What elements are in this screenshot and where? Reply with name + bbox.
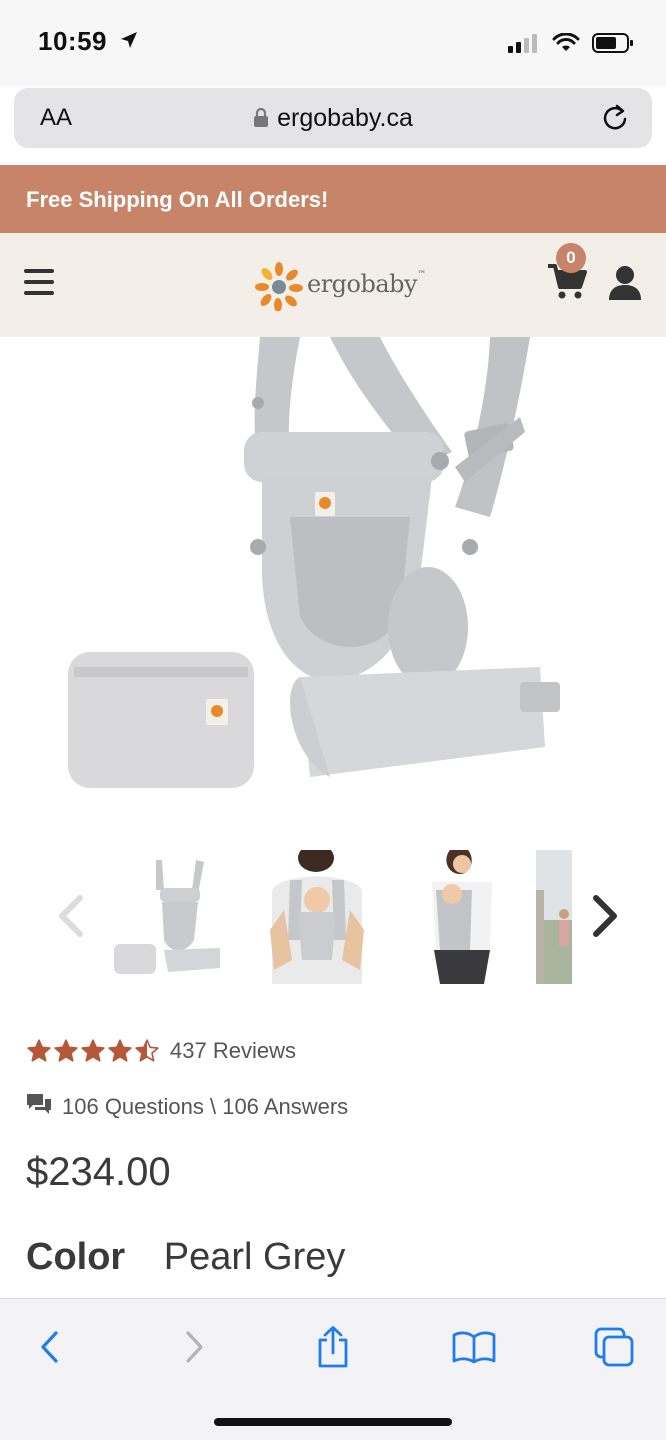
star-icon: [54, 1039, 78, 1062]
lock-icon: [253, 106, 269, 135]
promo-text: Free Shipping On All Orders!: [26, 187, 329, 212]
signal-icon: [508, 33, 540, 58]
hamburger-icon[interactable]: [24, 269, 54, 295]
thumbnail-1[interactable]: [112, 850, 222, 984]
thumbnail-2[interactable]: [262, 850, 372, 984]
tabs-icon[interactable]: [592, 1327, 636, 1367]
forward-icon[interactable]: [172, 1327, 216, 1367]
wifi-icon: [552, 32, 580, 58]
home-indicator: [214, 1418, 452, 1426]
promo-banner: Free Shipping On All Orders!: [0, 165, 666, 233]
reload-icon[interactable]: [600, 102, 630, 139]
chevron-right-icon[interactable]: [590, 894, 622, 943]
star-icon: [108, 1039, 132, 1062]
back-icon[interactable]: [28, 1327, 72, 1367]
site-logo[interactable]: ergobaby™: [255, 257, 426, 311]
reviews-link[interactable]: 437 Reviews: [170, 1038, 296, 1064]
battery-icon: [592, 32, 634, 59]
star-icon: [27, 1039, 51, 1062]
color-row: Color Pearl Grey: [26, 1236, 345, 1279]
product-main-image[interactable]: [0, 337, 666, 817]
product-price: $234.00: [26, 1150, 171, 1194]
chat-icon: [26, 1092, 52, 1121]
location-arrow-icon: [119, 26, 139, 57]
time-text: 10:59: [38, 26, 107, 56]
qa-link[interactable]: 106 Questions \ 106 Answers: [62, 1094, 348, 1120]
cart-count-badge: 0: [556, 243, 586, 273]
status-time: 10:59: [38, 26, 139, 57]
ergobaby-logo-icon: [255, 262, 303, 311]
thumbnail-carousel: [0, 850, 666, 986]
bookmarks-icon[interactable]: [452, 1327, 496, 1367]
color-value: Pearl Grey: [163, 1236, 346, 1278]
share-icon[interactable]: [311, 1326, 355, 1368]
site-header: ergobaby™ 0: [0, 233, 666, 337]
status-icons: [508, 32, 634, 59]
thumbnail-3[interactable]: [412, 850, 522, 984]
star-icon: [81, 1039, 105, 1062]
url-display[interactable]: ergobaby.ca: [14, 104, 652, 135]
star-icon: [135, 1039, 159, 1062]
color-label: Color: [26, 1236, 126, 1278]
address-bar[interactable]: AA ergobaby.ca: [14, 88, 652, 148]
qa-row[interactable]: 106 Questions \ 106 Answers: [26, 1092, 348, 1121]
chevron-left-icon[interactable]: [54, 894, 86, 943]
status-bar: 10:59: [0, 0, 666, 86]
user-icon[interactable]: [608, 265, 642, 306]
logo-text: ergobaby™: [307, 270, 426, 298]
star-rating: [26, 1038, 160, 1064]
rating-row[interactable]: 437 Reviews: [26, 1038, 296, 1064]
url-text: ergobaby.ca: [277, 104, 413, 132]
thumbnail-4[interactable]: [536, 850, 572, 984]
